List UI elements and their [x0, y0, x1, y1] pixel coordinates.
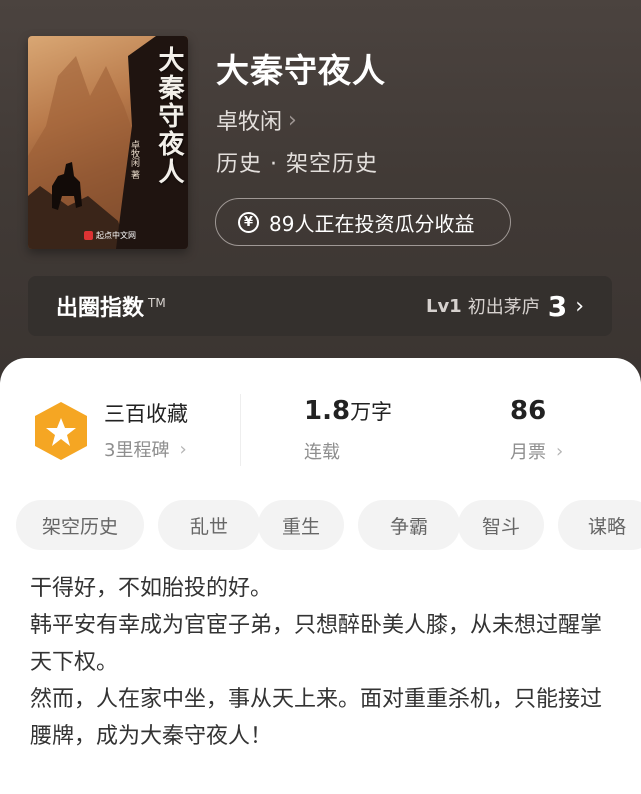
monthly-votes-link[interactable]: 月票 › — [510, 438, 563, 464]
word-count-unit: 万字 — [350, 400, 393, 424]
stats-divider — [240, 394, 241, 466]
publisher-name: 起点中文网 — [96, 231, 136, 240]
author-name: 卓牧闲 — [216, 110, 283, 135]
publisher-logo-icon — [84, 231, 93, 240]
tag-list: 架空历史 乱世 重生 争霸 智斗 谋略 — [16, 500, 641, 550]
circle-index-bar[interactable]: 出圈指数 TM Lv1 初出茅庐 3 › — [28, 276, 612, 336]
author-link[interactable]: 卓牧闲 › — [216, 104, 297, 136]
chevron-right-icon: › — [288, 107, 297, 133]
circle-index-label: 出圈指数 — [56, 296, 145, 321]
word-count-value: 1.8 — [304, 396, 351, 426]
intro-paragraph: 韩平安有幸成为官宦子弟，只想醉卧美人膝，从未想过醒掌天下权。 — [30, 613, 603, 675]
monthly-votes-value: 86 — [510, 396, 547, 426]
circle-index-level: Lv1 初出茅庐 3 › — [426, 290, 584, 323]
collection-title: 三百收藏 — [104, 402, 188, 426]
invest-button[interactable]: ¥ 89人正在投资瓜分收益 — [215, 198, 511, 246]
tag-item[interactable]: 重生 — [258, 500, 344, 550]
book-cover[interactable]: 大秦守夜人 卓牧闲 著 起点中文网 — [28, 36, 188, 249]
yen-icon: ¥ — [238, 211, 259, 233]
circle-index-value: 3 — [547, 289, 568, 323]
chevron-right-icon: › — [575, 293, 584, 319]
cover-publisher: 起点中文网 — [84, 230, 136, 241]
hexagon-star-badge-icon — [35, 402, 87, 460]
monthly-votes-label: 月票 — [510, 442, 546, 463]
word-count: 1.8万字 — [304, 396, 392, 426]
book-category: 历史 · 架空历史 — [216, 152, 378, 177]
circle-index-title: 出圈指数 TM — [56, 290, 166, 322]
cover-title: 大秦守夜人 — [154, 46, 184, 186]
collection-milestone-link[interactable]: 3里程碑 › — [104, 436, 187, 462]
tag-item[interactable]: 谋略 — [558, 500, 641, 550]
tag-item[interactable]: 智斗 — [458, 500, 544, 550]
tag-item[interactable]: 架空历史 — [16, 500, 144, 550]
book-introduction: 干得好，不如胎投的好。 韩平安有幸成为官宦子弟，只想醉卧美人膝，从未想过醒掌天下… — [30, 570, 620, 755]
tag-item[interactable]: 争霸 — [358, 500, 460, 550]
intro-paragraph: 干得好，不如胎投的好。 — [30, 576, 273, 601]
level-code: Lv1 — [425, 295, 462, 317]
book-info-card: 三百收藏 3里程碑 › 1.8万字 连载 86 月票 › 架空历史 乱世 重生 … — [0, 358, 641, 794]
level-name: 初出茅庐 — [467, 297, 540, 318]
chevron-right-icon: › — [556, 440, 564, 462]
serial-status: 连载 — [304, 442, 340, 463]
chevron-right-icon: › — [179, 438, 187, 460]
cover-author: 卓牧闲 著 — [129, 140, 139, 179]
intro-paragraph: 然而，人在家中坐，事从天上来。面对重重杀机，只能接过腰牌，成为大秦守夜人！ — [30, 687, 603, 749]
tag-item[interactable]: 乱世 — [158, 500, 260, 550]
collection-milestone: 3里程碑 — [104, 440, 170, 461]
book-detail-page: 大秦守夜人 卓牧闲 著 起点中文网 大秦守夜人 卓牧闲 › 历史 · 架空历史 … — [0, 0, 641, 794]
invest-label: 89人正在投资瓜分收益 — [269, 211, 475, 236]
book-title: 大秦守夜人 — [216, 51, 386, 90]
trademark-mark: TM — [148, 295, 166, 310]
